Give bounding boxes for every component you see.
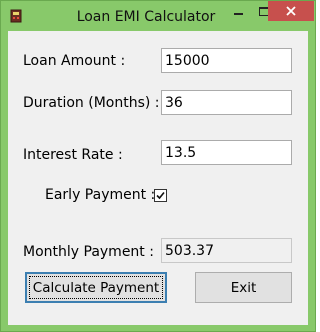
close-button[interactable]: [268, 1, 314, 21]
focus-rectangle: [29, 276, 163, 299]
loan-amount-label: Loan Amount :: [23, 53, 126, 69]
close-icon: [286, 6, 296, 16]
early-payment-label: Early Payment :: [45, 187, 156, 203]
app-window: Loan EMI Calculator Loan Amount : Durati…: [0, 0, 316, 332]
loan-amount-input[interactable]: [161, 48, 292, 73]
form-area: Loan Amount : Duration (Months) : Intere…: [8, 31, 308, 325]
minimize-button[interactable]: [225, 1, 251, 21]
monthly-payment-output: [161, 238, 292, 263]
duration-label: Duration (Months) :: [23, 95, 160, 111]
duration-input[interactable]: [161, 90, 292, 115]
checkmark-icon: [156, 191, 165, 200]
title-bar[interactable]: Loan EMI Calculator: [1, 1, 315, 31]
monthly-payment-label: Monthly Payment :: [23, 244, 154, 260]
exit-button[interactable]: Exit: [195, 272, 292, 303]
interest-rate-input[interactable]: [161, 140, 292, 165]
exit-label: Exit: [230, 279, 257, 296]
interest-rate-label: Interest Rate :: [23, 147, 123, 163]
early-payment-checkbox[interactable]: [154, 189, 167, 202]
minimize-icon: [233, 13, 243, 15]
calculate-payment-button[interactable]: Calculate Payment: [25, 272, 167, 303]
